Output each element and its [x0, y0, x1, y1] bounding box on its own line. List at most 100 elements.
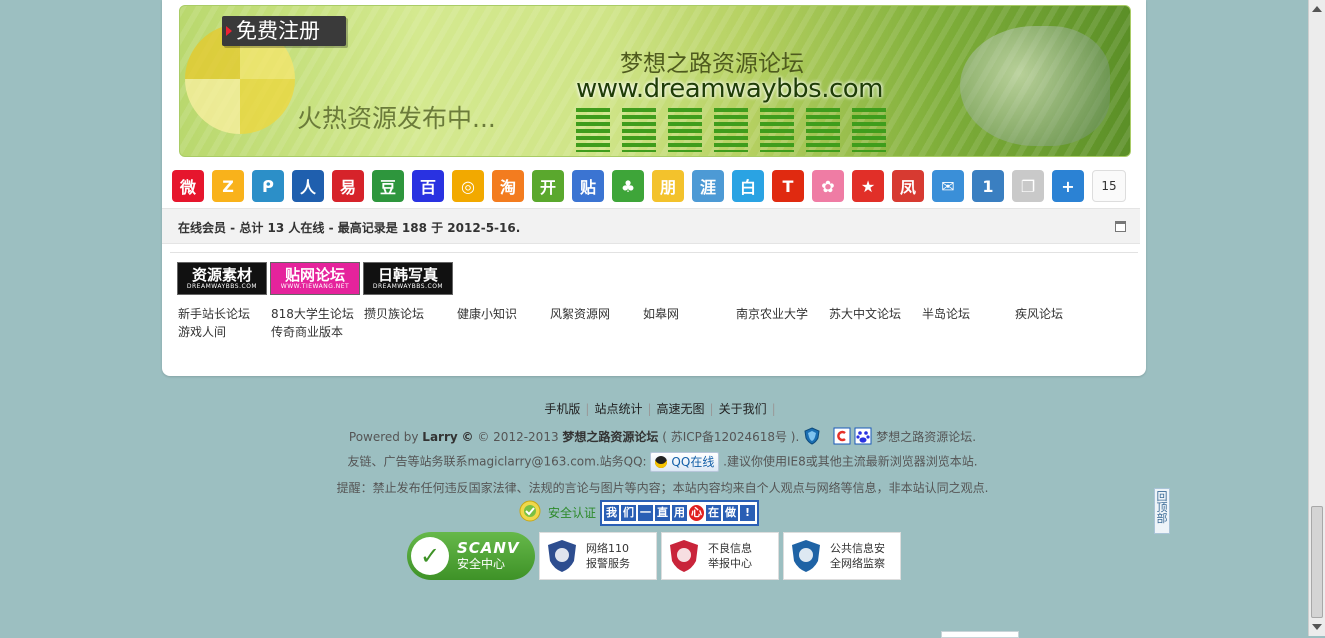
- baishehui-icon[interactable]: 白: [732, 170, 764, 202]
- cert-text: 举报中心: [708, 557, 752, 570]
- friend-link[interactable]: 如皋网: [643, 306, 736, 322]
- kaixin-icon[interactable]: 开: [532, 170, 564, 202]
- share-toolbar: 微 Z ᑭ 人易豆百 ◎ 淘开贴 ♣ 朋涯白 T ✿ ★ 凤 ✉ 1 ❐ +15: [172, 170, 1126, 202]
- checkmark-icon: ✓: [411, 537, 449, 575]
- ifeng-icon[interactable]: 凤: [892, 170, 924, 202]
- friend-link[interactable]: 风絮资源网: [550, 306, 643, 322]
- logo-ziyuansucai[interactable]: 资源素材 DREAMWAYBBS.COM: [177, 262, 267, 295]
- hexun-icon[interactable]: 涯: [692, 170, 724, 202]
- bookmark-icon[interactable]: 1: [972, 170, 1004, 202]
- nav-separator: |: [585, 402, 590, 416]
- banner-equalizer-bars: [576, 108, 886, 152]
- copy-icon[interactable]: ❐: [1012, 170, 1044, 202]
- divider: [170, 252, 1138, 253]
- legal-warning: 提醒：禁止发布任何违反国家法律、法规的言论与图片等内容；本站内容均来自个人观点与…: [336, 481, 989, 495]
- flower-icon[interactable]: ✿: [812, 170, 844, 202]
- scanv-security-badge[interactable]: ✓ SCANV 安全中心: [407, 532, 535, 580]
- friend-link[interactable]: 传奇商业版本: [271, 324, 364, 340]
- netease-weibo-icon[interactable]: 易: [332, 170, 364, 202]
- slogan-char: 用: [672, 504, 688, 521]
- footer-nav-link[interactable]: 高速无图: [657, 402, 705, 416]
- more-icon[interactable]: +: [1052, 170, 1084, 202]
- scroll-up-arrow-icon[interactable]: [1312, 6, 1322, 12]
- page-scrollbar[interactable]: [1308, 0, 1325, 636]
- forum-banner[interactable]: 免费注册 火热资源发布中... 梦想之路资源论坛 www.dreamwaybbs…: [179, 5, 1131, 157]
- taobao-icon[interactable]: 淘: [492, 170, 524, 202]
- footer-nav-link[interactable]: 关于我们: [719, 402, 767, 416]
- tianya-icon[interactable]: T: [772, 170, 804, 202]
- cert-text: 网络110: [586, 542, 629, 555]
- powered-by-link[interactable]: Larry: [422, 430, 457, 444]
- slogan-char: 直: [655, 504, 671, 521]
- cert-text: 报警服务: [586, 557, 630, 570]
- shield-icon[interactable]: [803, 427, 821, 448]
- contact-text: 友链、广告等站务联系magiclarry@163.com.站务QQ:: [347, 454, 647, 469]
- slogan-badge[interactable]: 我们一直用心在做!: [600, 499, 760, 526]
- cert-text: 公共信息安: [830, 542, 885, 555]
- slogan-char: 们: [621, 504, 637, 521]
- online-members-bar: 在线会员 - 总计 13 人在线 - 最高记录是 188 于 2012-5-16…: [162, 208, 1140, 244]
- footer-nav-link[interactable]: 手机版: [544, 402, 580, 416]
- star-icon[interactable]: ★: [852, 170, 884, 202]
- friend-link[interactable]: 疾风论坛: [1015, 306, 1108, 322]
- cert-badges: 网络110 报警服务 不良信息 举报中心 公共信息安 全网络监察: [539, 532, 901, 580]
- footer-nav-link[interactable]: 站点统计: [594, 402, 642, 416]
- friend-links-list: 新手站长论坛 818大学生论坛 攒贝族论坛 健康小知识 风絮资源网 如皋网 南京农业大学 苏大…: [178, 306, 1138, 340]
- nav-separator: |: [647, 402, 652, 416]
- pengyou-icon[interactable]: 朋: [652, 170, 684, 202]
- police-110-cert[interactable]: 网络110 报警服务: [539, 532, 657, 580]
- logo-rihanxiezhen[interactable]: 日韩写真 DREAMWAYBBS.COM: [363, 262, 453, 295]
- tencent-weibo-icon[interactable]: ᑭ: [252, 170, 284, 202]
- icp-number[interactable]: ( 苏ICP备12024618号 ).: [662, 430, 799, 444]
- friend-link[interactable]: 健康小知识: [457, 306, 550, 322]
- qq-online-button[interactable]: QQ在线: [650, 452, 720, 472]
- hot-resources-text: 火热资源发布中...: [297, 104, 496, 133]
- cert-emblem-icon: [792, 540, 820, 572]
- security-label[interactable]: 安全认证: [548, 504, 596, 521]
- qzone-icon[interactable]: Z: [212, 170, 244, 202]
- cert-text: 全网络监察: [830, 557, 885, 570]
- logo-tiewang[interactable]: 贴网论坛 WWW.TIEWANG.NET: [270, 262, 360, 295]
- cnzz-stats-icon[interactable]: [833, 427, 851, 448]
- renren-icon[interactable]: 人: [292, 170, 324, 202]
- friend-link[interactable]: 苏大中文论坛: [829, 306, 922, 322]
- nav-separator: |: [771, 402, 776, 416]
- powered-line: Powered by Larry © © 2012-2013 梦想之路资源论坛 …: [0, 427, 1325, 448]
- banner-forum-title: 梦想之路资源论坛: [620, 51, 804, 77]
- baidu-stats-icon[interactable]: [854, 427, 872, 448]
- bad-info-report-cert[interactable]: 不良信息 举报中心: [661, 532, 779, 580]
- weibo-icon[interactable]: 微: [172, 170, 204, 202]
- sohu-icon[interactable]: ◎: [452, 170, 484, 202]
- register-button[interactable]: 免费注册: [222, 16, 346, 46]
- collapse-icon[interactable]: [1115, 221, 1126, 232]
- friend-link[interactable]: 游戏人间: [178, 324, 271, 340]
- tieba-icon[interactable]: 贴: [572, 170, 604, 202]
- footer-nav: 手机版 | 站点统计 | 高速无图 | 关于我们 |: [0, 400, 1325, 417]
- friend-link[interactable]: 新手站长论坛: [178, 306, 271, 322]
- friend-link-logos: 资源素材 DREAMWAYBBS.COM 贴网论坛 WWW.TIEWANG.NET 日韩…: [177, 262, 453, 295]
- powered-prefix: Powered by: [348, 430, 419, 444]
- back-to-top-button[interactable]: 回顶部: [1154, 488, 1170, 534]
- friend-link[interactable]: 攒贝族论坛: [364, 306, 457, 322]
- slogan-char: !: [740, 504, 756, 521]
- slogan-char: 做: [723, 504, 739, 521]
- clover-icon[interactable]: ♣: [612, 170, 644, 202]
- bottom-floating-tab[interactable]: [941, 631, 1019, 638]
- site-name-link[interactable]: 梦想之路资源论坛: [562, 430, 658, 444]
- friend-link[interactable]: 南京农业大学: [736, 306, 829, 322]
- share-count[interactable]: 15: [1092, 170, 1126, 202]
- paper-crane-jar-graphic: [960, 26, 1110, 146]
- baidu-icon[interactable]: 百: [412, 170, 444, 202]
- douban-icon[interactable]: 豆: [372, 170, 404, 202]
- friend-link[interactable]: 818大学生论坛: [271, 306, 364, 322]
- scanv-title: SCANV: [457, 539, 520, 557]
- email-icon[interactable]: ✉: [932, 170, 964, 202]
- security-badge-icon[interactable]: [516, 499, 544, 526]
- scroll-down-arrow-icon[interactable]: [1312, 624, 1322, 630]
- scrollbar-thumb[interactable]: [1311, 506, 1323, 618]
- public-security-cert[interactable]: 公共信息安全网络监察: [783, 532, 901, 580]
- slogan-char: 我: [604, 504, 620, 521]
- online-members-summary: 在线会员 - 总计 13 人在线 - 最高记录是 188 于 2012-5-16…: [178, 221, 521, 235]
- cert-text: 不良信息: [708, 542, 752, 555]
- friend-link[interactable]: 半岛论坛: [922, 306, 1015, 322]
